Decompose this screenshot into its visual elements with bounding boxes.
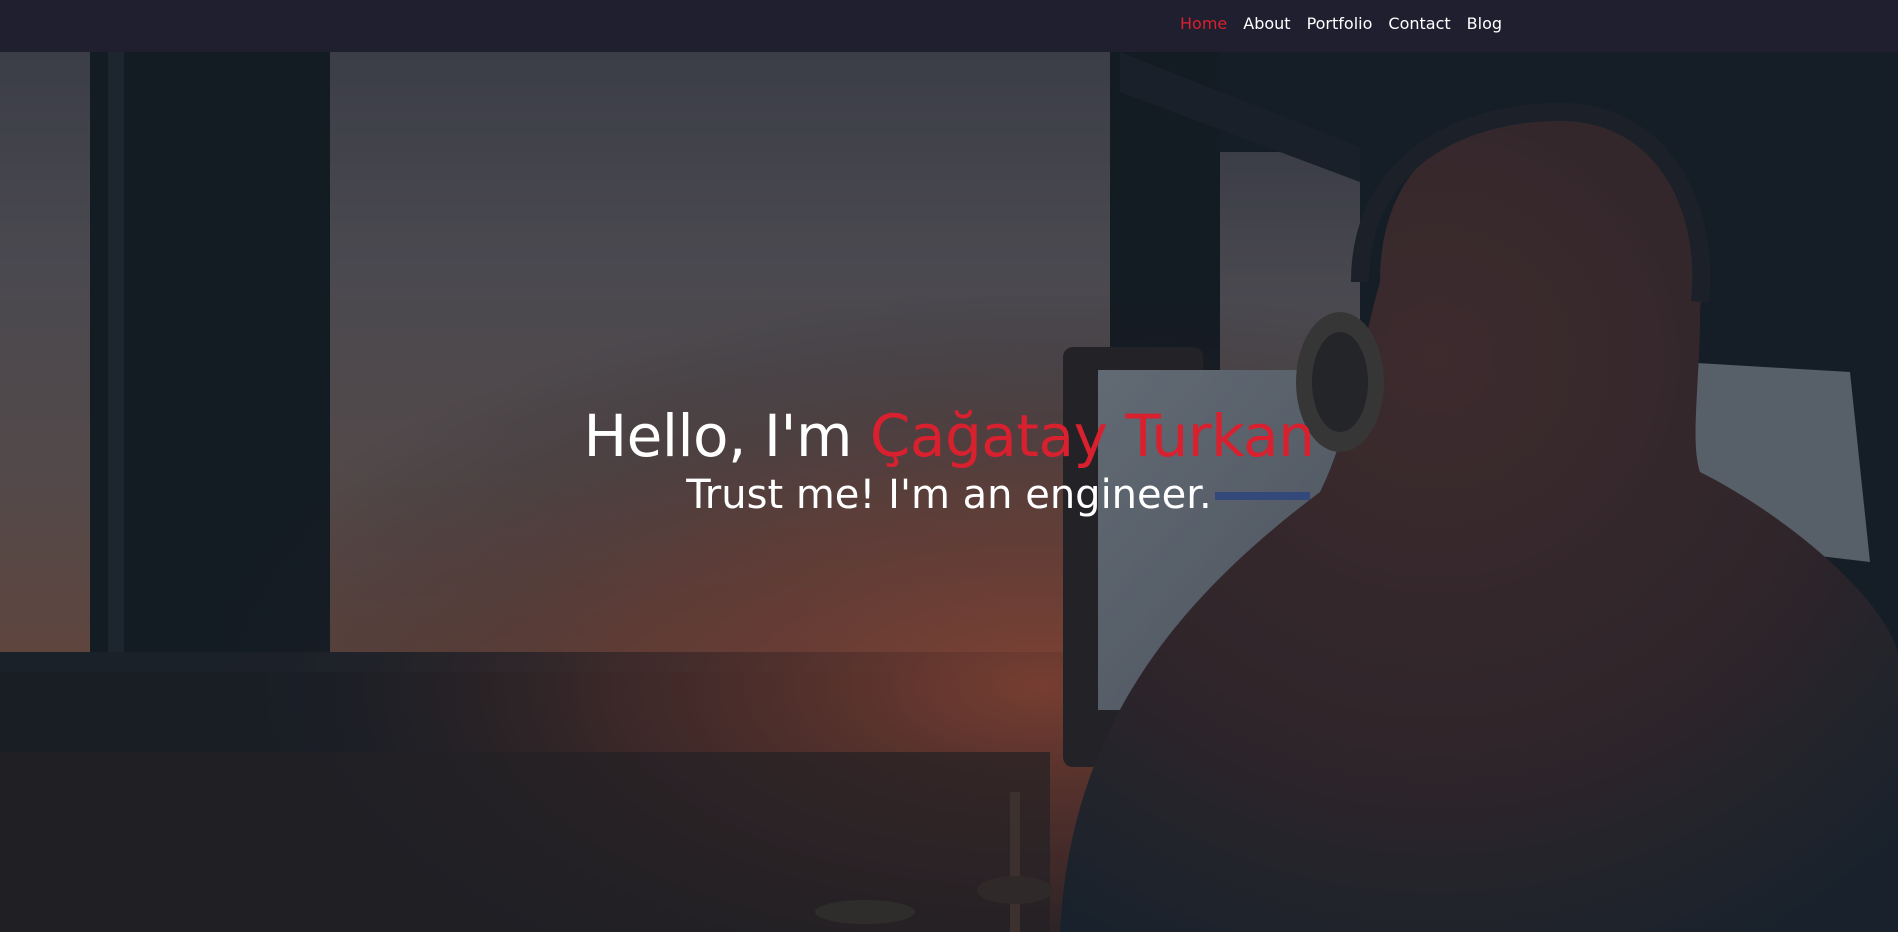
hero-greeting: Hello, I'm xyxy=(583,402,870,470)
hero-title: Hello, I'm Çağatay Turkan xyxy=(0,404,1898,468)
nav-about-link[interactable]: About xyxy=(1243,14,1290,33)
navbar: Home About Portfolio Contact Blog xyxy=(0,0,1898,52)
hero-text-block: Hello, I'm Çağatay Turkan Trust me! I'm … xyxy=(0,404,1898,518)
hero-section: Hello, I'm Çağatay Turkan Trust me! I'm … xyxy=(0,52,1898,932)
nav-contact-link[interactable]: Contact xyxy=(1388,14,1450,33)
nav-portfolio-link[interactable]: Portfolio xyxy=(1307,14,1373,33)
nav-menu: Home About Portfolio Contact Blog xyxy=(1180,0,1518,47)
hero-name: Çağatay Turkan xyxy=(869,402,1315,470)
nav-blog-link[interactable]: Blog xyxy=(1467,14,1502,33)
nav-home-link[interactable]: Home xyxy=(1180,14,1227,33)
hero-subtitle: Trust me! I'm an engineer. xyxy=(686,472,1212,518)
